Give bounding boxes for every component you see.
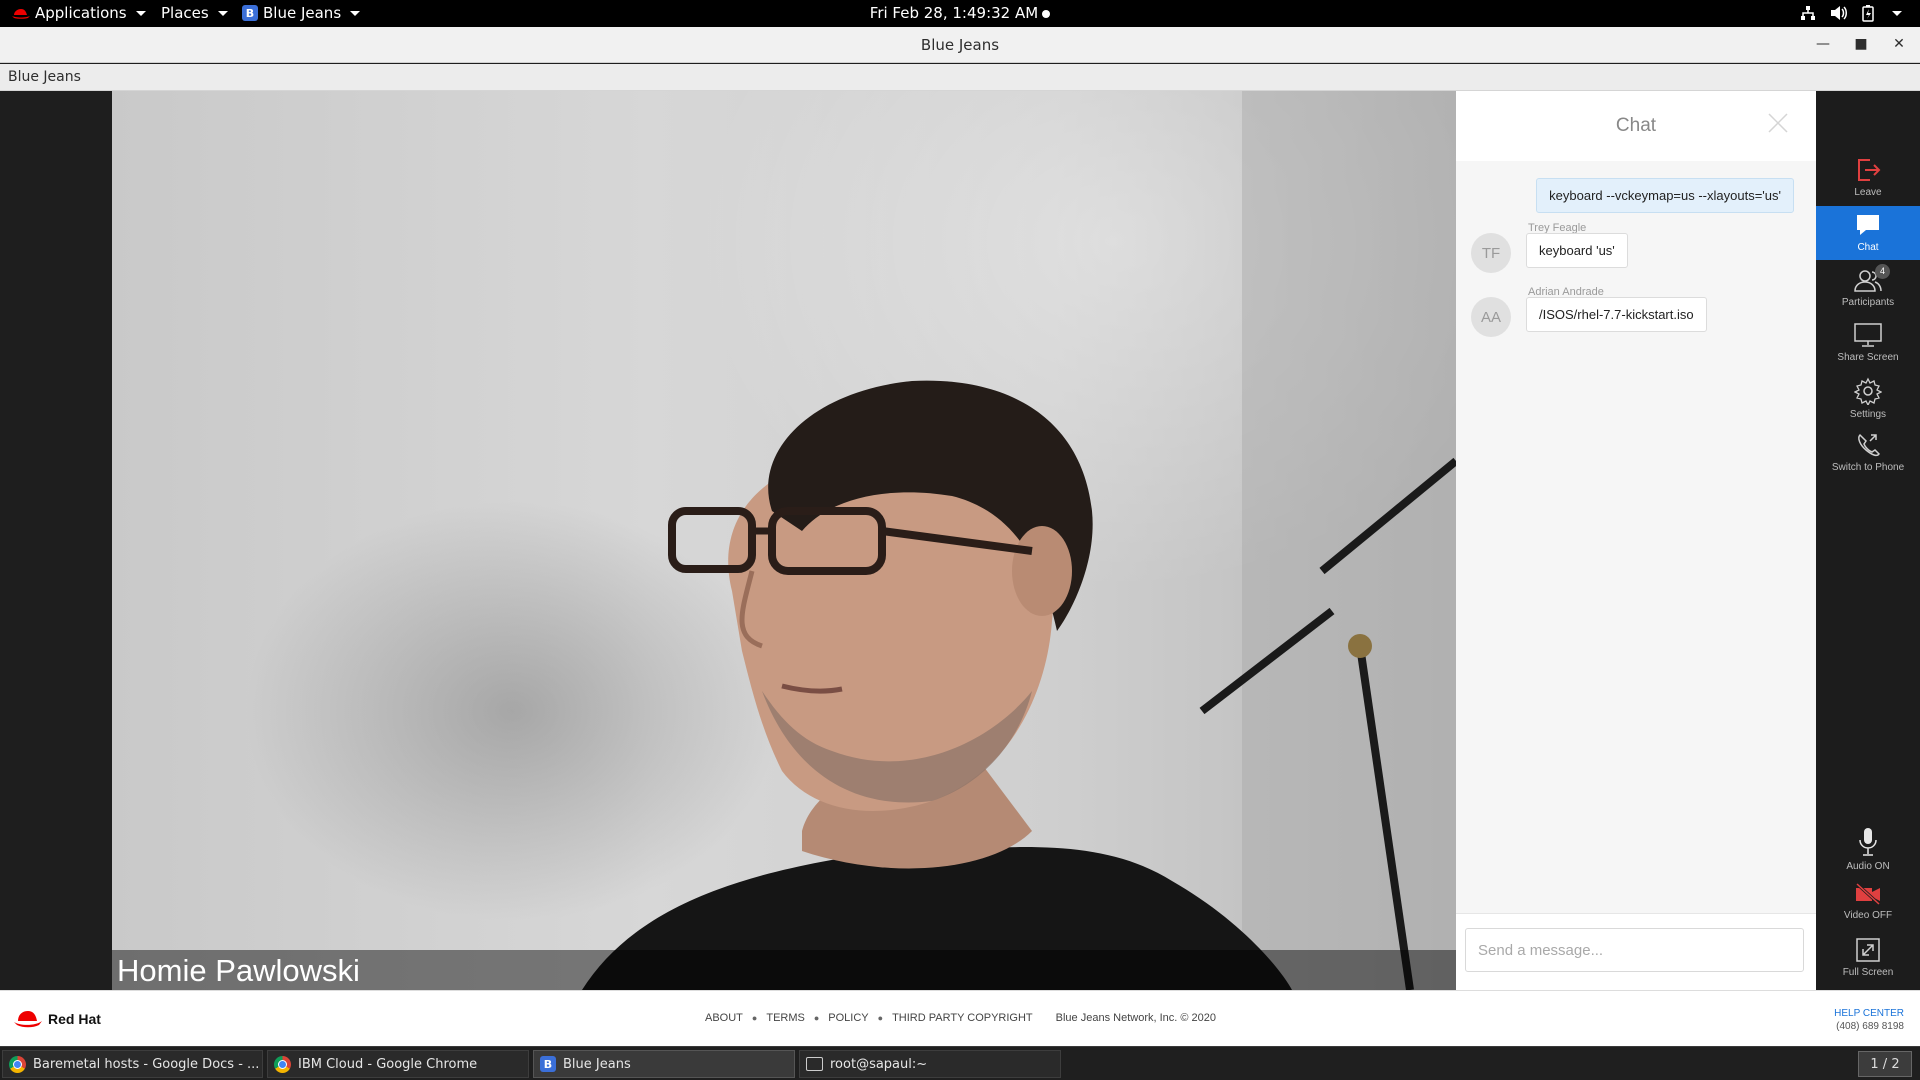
audio-label: Audio ON — [1846, 861, 1890, 872]
clock[interactable]: Fri Feb 28, 1:49:32 AM — [0, 4, 1920, 22]
task-label: IBM Cloud - Google Chrome — [298, 1056, 478, 1072]
redhat-icon — [14, 1011, 42, 1028]
system-menu-icon — [1892, 10, 1902, 16]
chat-composer — [1456, 913, 1816, 990]
leave-icon — [1858, 159, 1881, 181]
share-screen-label: Share Screen — [1837, 352, 1899, 363]
participants-button[interactable]: 4 Participants — [1816, 261, 1920, 315]
fullscreen-label: Full Screen — [1842, 967, 1894, 978]
terminal-icon — [806, 1057, 823, 1071]
window-titlebar: Blue Jeans — ■ ✕ — [0, 27, 1920, 63]
close-chat-icon[interactable] — [1766, 111, 1790, 135]
top-panel: Applications Places B Blue Jeans Fri Feb… — [0, 0, 1920, 27]
own-message-bubble: keyboard --vckeymap=us --xlayouts='us' — [1536, 178, 1794, 213]
participant-nameplate: Homie Pawlowski — [112, 950, 1456, 990]
leave-button[interactable]: Leave — [1816, 151, 1920, 205]
taskbar: Baremetal hosts - Google Docs - ... IBM … — [0, 1046, 1920, 1080]
task-label: root@sapaul:~ — [830, 1056, 928, 1072]
share-screen-button[interactable]: Share Screen — [1816, 316, 1920, 370]
participants-label: Participants — [1841, 297, 1895, 308]
audio-toggle[interactable]: Audio ON — [1816, 821, 1920, 875]
participant-name: Homie Pawlowski — [117, 953, 360, 988]
task-blue-jeans[interactable]: B Blue Jeans — [533, 1050, 795, 1078]
message-bubble: /ISOS/rhel-7.7-kickstart.iso — [1526, 297, 1707, 332]
video-label: Video OFF — [1843, 910, 1893, 921]
avatar: AA — [1471, 297, 1511, 337]
gear-icon — [1854, 377, 1882, 405]
fullscreen-button[interactable]: Full Screen — [1816, 931, 1920, 985]
microphone-icon — [1859, 828, 1877, 856]
network-icon — [1801, 6, 1815, 20]
app-label: Blue Jeans — [8, 69, 81, 85]
chat-button[interactable]: Chat — [1816, 206, 1920, 260]
footer-links: ABOUT ● TERMS ● POLICY ● THIRD PARTY COP… — [705, 1012, 1216, 1024]
separator-dot: ● — [813, 1013, 820, 1023]
brand-name: Red Hat — [48, 1011, 101, 1027]
fullscreen-icon — [1856, 938, 1880, 962]
control-rail: Leave Chat 4 Participants Share Screen S… — [1816, 91, 1920, 990]
task-terminal[interactable]: root@sapaul:~ — [799, 1050, 1061, 1078]
clock-label: Fri Feb 28, 1:49:32 AM — [869, 4, 1039, 22]
help-phone: (408) 689 8198 — [1836, 1021, 1904, 1032]
page-footer: Red Hat ABOUT ● TERMS ● POLICY ● THIRD P… — [0, 990, 1920, 1046]
help-block: HELP CENTER (408) 689 8198 — [1834, 1007, 1904, 1033]
copyright: Blue Jeans Network, Inc. © 2020 — [1055, 1012, 1217, 1024]
footer-link-about[interactable]: ABOUT — [705, 1012, 743, 1024]
task-label: Blue Jeans — [563, 1056, 631, 1072]
message-bubble: keyboard 'us' — [1526, 233, 1628, 268]
chat-header: Chat — [1456, 91, 1816, 161]
video-toggle[interactable]: Video OFF — [1816, 876, 1920, 930]
separator-dot: ● — [877, 1013, 884, 1023]
message-input[interactable] — [1465, 928, 1804, 972]
settings-button[interactable]: Settings — [1816, 371, 1920, 425]
app-header: Blue Jeans — [0, 64, 1920, 91]
task-label: Baremetal hosts - Google Docs - ... — [33, 1056, 260, 1072]
redhat-logo: Red Hat — [14, 1009, 101, 1029]
volume-icon — [1831, 6, 1847, 20]
leave-label: Leave — [1854, 187, 1882, 198]
footer-link-policy[interactable]: POLICY — [828, 1012, 868, 1024]
help-center-link[interactable]: HELP CENTER — [1834, 1007, 1904, 1020]
notification-dot — [1042, 9, 1051, 18]
battery-icon — [1862, 5, 1874, 22]
separator-dot: ● — [751, 1013, 758, 1023]
chat-label: Chat — [1857, 242, 1879, 253]
chrome-icon — [274, 1055, 291, 1073]
task-ibm-cloud[interactable]: IBM Cloud - Google Chrome — [267, 1050, 529, 1078]
close-button[interactable]: ✕ — [1890, 35, 1908, 53]
window-title: Blue Jeans — [920, 36, 1000, 54]
footer-link-terms[interactable]: TERMS — [766, 1012, 805, 1024]
participants-count-badge: 4 — [1875, 264, 1890, 279]
share-screen-icon — [1854, 323, 1882, 347]
chat-panel: Chat keyboard --vckeymap=us --xlayouts='… — [1456, 91, 1816, 990]
maximize-button[interactable]: ■ — [1852, 35, 1870, 53]
chat-icon — [1857, 215, 1879, 235]
task-baremetal-hosts[interactable]: Baremetal hosts - Google Docs - ... — [2, 1050, 263, 1078]
chat-title: Chat — [1615, 115, 1657, 136]
bluejeans-icon: B — [540, 1056, 556, 1072]
workspace-indicator[interactable]: 1 / 2 — [1858, 1051, 1912, 1077]
system-tray[interactable] — [1800, 4, 1902, 22]
video-off-icon — [1855, 882, 1881, 906]
minimize-button[interactable]: — — [1814, 35, 1832, 53]
settings-label: Settings — [1849, 409, 1887, 420]
meeting-area: Homie Pawlowski Chat keyboard --vckeymap… — [0, 91, 1920, 990]
avatar: TF — [1471, 233, 1511, 273]
chrome-icon — [9, 1055, 26, 1073]
video-feed[interactable]: Homie Pawlowski — [112, 91, 1456, 990]
switch-to-phone-label: Switch to Phone — [1831, 462, 1905, 473]
phone-icon — [1858, 433, 1880, 457]
switch-to-phone-button[interactable]: Switch to Phone — [1816, 426, 1920, 480]
footer-link-third-party[interactable]: THIRD PARTY COPYRIGHT — [892, 1012, 1033, 1024]
video-scene — [582, 91, 1456, 990]
